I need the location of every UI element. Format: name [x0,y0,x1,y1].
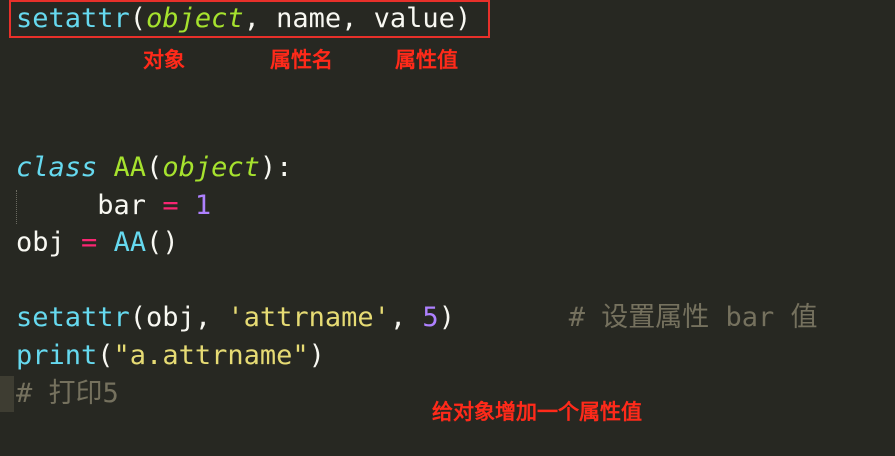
keyword-class: class [16,152,98,183]
annotation-object: 对象 [143,48,185,72]
code-line-class: class AA(object): [16,152,293,183]
number-5: 5 [422,302,439,333]
fn-print: print [16,340,98,371]
paren-close: ) [454,3,472,34]
var-obj: obj [16,227,65,258]
annotation-attr-value: 属性值 [395,48,458,72]
call-aa: AA [113,227,147,258]
code-line-obj: obj = AA() [16,227,179,258]
paren-open: ( [129,3,147,34]
code-line-bar: bar = 1 [16,187,211,225]
param-object: object [146,3,244,34]
current-line-marker [0,376,14,412]
number-1: 1 [194,190,212,221]
comment-print: # 打印5 [16,378,119,409]
comment-set-attr: # 设置属性 bar 值 [568,302,818,333]
assign-op: = [146,190,195,221]
string-attrname: 'attrname' [227,302,390,333]
code-line-comment-print: # 打印5 [16,375,119,413]
assign-op: = [64,227,114,258]
code-line-print: print("a.attrname") [16,340,325,371]
fn-setattr: setattr [16,302,130,333]
fn-setattr: setattr [16,3,130,34]
code-line-setattr-call: setattr(obj, 'attrname', 5) # 设置属性 bar 值 [16,302,818,333]
code-editor[interactable]: setattr(object, name, value) 对象 属性名 属性值 … [0,0,895,456]
annotation-summary: 给对象增加一个属性值 [432,400,642,424]
annotation-attr-name: 属性名 [270,48,333,72]
code-line-signature: setattr(object, name, value) [16,0,471,38]
base-object: object [162,152,260,183]
params-rest: , name, value [243,3,455,34]
var-bar: bar [97,190,147,221]
class-name: AA [113,152,147,183]
string-a-attrname: "a.attrname" [113,340,309,371]
